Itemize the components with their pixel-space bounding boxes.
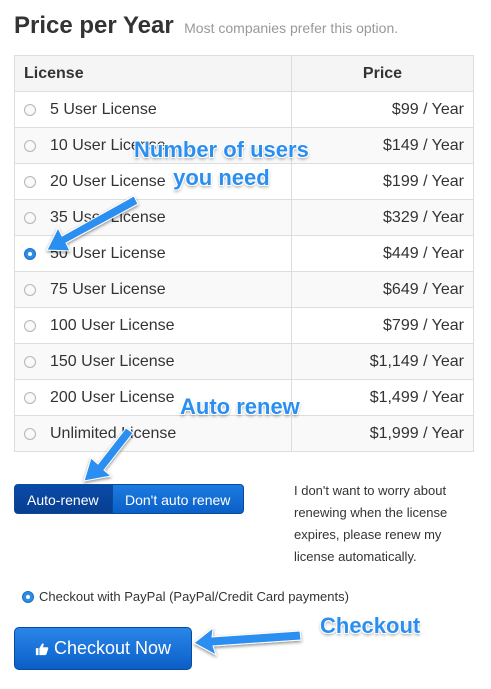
annotation-auto-renew: Auto renew bbox=[180, 394, 300, 419]
arrow-to-selected-license bbox=[46, 195, 139, 252]
annotation-arrows bbox=[46, 195, 302, 657]
annotation-number-of-users: Number of users you need bbox=[134, 136, 309, 192]
annotation-users-line2: you need bbox=[173, 165, 270, 190]
arrow-to-auto-renew bbox=[83, 427, 134, 482]
annotation-checkout: Checkout bbox=[320, 613, 421, 638]
arrow-to-checkout bbox=[193, 626, 302, 657]
annotation-users-line1: Number of users bbox=[134, 137, 309, 162]
